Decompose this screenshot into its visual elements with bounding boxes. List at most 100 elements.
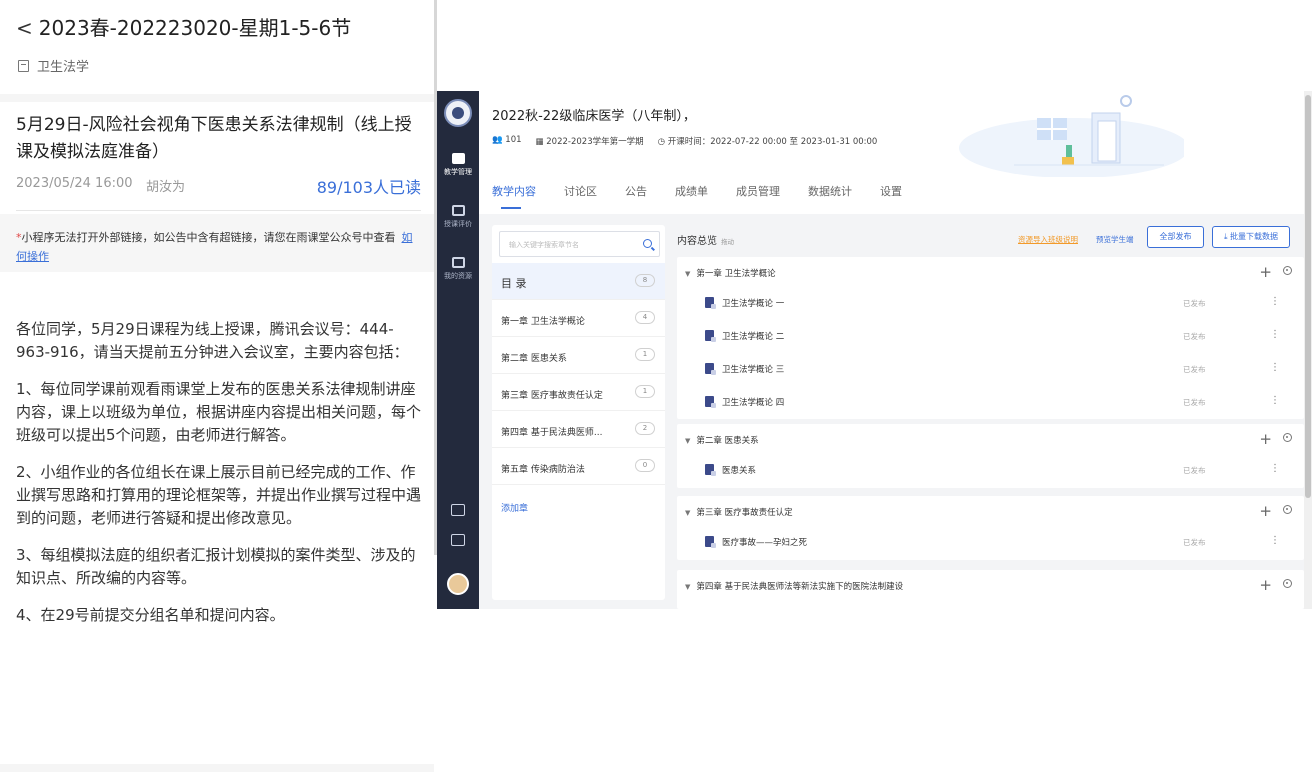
student-preview-link[interactable]: 预览学生端 [1096, 234, 1134, 245]
plus-icon[interactable]: + [1259, 263, 1272, 281]
course-name: 卫生法学 [37, 60, 90, 75]
scroll-thumb[interactable] [1305, 95, 1311, 498]
chapter-count: 0 [635, 459, 655, 472]
chapter-search-input[interactable]: 输入关键字搜索章节名 [499, 231, 660, 257]
chapter-section-header[interactable]: ▼ 第一章 卫生法学概论 + [677, 257, 1304, 289]
chapter-list-head[interactable]: 目 录 8 [492, 263, 665, 300]
lesson-status: 已发布 [1183, 398, 1206, 407]
plus-icon[interactable]: + [1259, 502, 1272, 520]
chapter-label: 第二章 医患关系 [501, 354, 567, 364]
publish-all-button[interactable]: 全部发布 [1147, 226, 1204, 248]
tab-settings[interactable]: 设置 [880, 183, 902, 209]
lesson-status: 已发布 [1183, 299, 1206, 308]
more-icon[interactable]: ⋮ [1270, 296, 1280, 307]
section-title: 第四章 基于民法典医师法等新法实施下的医院法制建设 [696, 582, 904, 592]
chapter-section-header[interactable]: ▼ 第三章 医疗事故责任认定 + [677, 496, 1304, 528]
lesson-row[interactable]: 医疗事故——孕妇之死 已发布 ⋮ [677, 526, 1304, 559]
contacts-icon[interactable] [451, 504, 465, 516]
chapter-section-header[interactable]: ▼ 第二章 医患关系 + [677, 424, 1304, 456]
lesson-row[interactable]: 卫生法学概论 三 已发布 ⋮ [677, 353, 1304, 386]
chapter-count: 2 [635, 422, 655, 435]
caret-down-icon[interactable]: ▼ [685, 437, 690, 445]
lesson-status: 已发布 [1183, 365, 1206, 374]
tab-members[interactable]: 成员管理 [736, 183, 780, 209]
rail-item-resources[interactable]: 我的资源 [437, 257, 479, 281]
gear-icon[interactable] [1283, 579, 1292, 588]
rail-item-evaluation[interactable]: 授课评价 [437, 205, 479, 229]
courseware-icon [705, 330, 716, 342]
more-icon[interactable]: ⋮ [1270, 535, 1280, 546]
tab-gradebook[interactable]: 成绩单 [675, 183, 708, 209]
caret-down-icon[interactable]: ▼ [685, 270, 690, 278]
gear-icon[interactable] [1283, 433, 1292, 442]
lesson-row[interactable]: 医患关系 已发布 ⋮ [677, 454, 1304, 487]
content-subtitle: 拖动 [721, 238, 734, 246]
warning-text: 小程序无法打开外部链接，如公告中含有超链接，请您在雨课堂公众号中查看 [21, 231, 396, 244]
content-title-text: 内容总览 [677, 236, 717, 247]
plus-icon[interactable]: + [1259, 430, 1272, 448]
back-icon[interactable]: < [16, 16, 33, 40]
chapter-item[interactable]: 第一章 卫生法学概论 4 [492, 300, 665, 337]
notice-paragraph: 各位同学，5月29日课程为线上授课，腾讯会议号：444-963-916，请当天提… [16, 320, 409, 361]
batch-download-button[interactable]: ⤓ 批量下载数据 [1212, 226, 1290, 248]
add-chapter-button[interactable]: 添加章 [501, 501, 528, 514]
import-guide-link[interactable]: 资源导入班级说明 [1018, 234, 1078, 245]
plus-icon[interactable]: + [1259, 576, 1272, 594]
gear-icon[interactable] [1283, 266, 1292, 275]
lesson-name: 医疗事故——孕妇之死 [722, 538, 808, 548]
tab-teaching-content[interactable]: 教学内容 [492, 183, 536, 209]
open-time-value: 开课时间：2022-07-22 00:00 至 2023-01-31 00:00 [667, 137, 878, 147]
course-management-window: 教学管理 授课评价 我的资源 2022秋-22级临床医学（八年制）， 👥 101… [437, 91, 1312, 609]
rail-item-teaching[interactable]: 教学管理 [437, 153, 479, 177]
gear-icon[interactable] [1283, 505, 1292, 514]
notice-title: 5月29日-风险社会视角下医患关系法律规制（线上授课及模拟法庭准备） [16, 115, 412, 162]
notice-paragraph: 2、小组作业的各位组长在课上展示目前已经完成的工作、作业撰写思路和打算用的理论框… [16, 463, 422, 527]
more-icon[interactable]: ⋮ [1270, 329, 1280, 340]
lesson-row[interactable]: 卫生法学概论 二 已发布 ⋮ [677, 320, 1304, 353]
lesson-row[interactable]: 卫生法学概论 四 已发布 ⋮ [677, 386, 1304, 419]
read-count[interactable]: 89/103人已读 [317, 174, 421, 198]
more-icon[interactable]: ⋮ [1270, 362, 1280, 373]
tab-statistics[interactable]: 数据统计 [808, 183, 852, 209]
chapter-section-header[interactable]: ▼ 第四章 基于民法典医师法等新法实施下的医院法制建设 + [677, 570, 1304, 602]
chapter-count: 8 [635, 274, 655, 287]
download-icon[interactable] [451, 534, 465, 546]
content-title: 内容总览 拖动 [677, 232, 734, 247]
chapter-item[interactable]: 第五章 传染病防治法 0 [492, 448, 665, 485]
chapter-item[interactable]: 第三章 医疗事故责任认定 1 [492, 374, 665, 411]
chapter-section: ▼ 第三章 医疗事故责任认定 + 医疗事故——孕妇之死 已发布 ⋮ [677, 496, 1304, 560]
chapter-section: ▼ 第一章 卫生法学概论 + 卫生法学概论 一 已发布 ⋮ 卫生法学概论 二 已发… [677, 257, 1304, 419]
more-icon[interactable]: ⋮ [1270, 395, 1280, 406]
course-name-row: 卫生法学 [18, 56, 89, 75]
lesson-name: 卫生法学概论 四 [722, 398, 785, 408]
courseware-icon [705, 363, 716, 375]
term-value: 2022-2023学年第一学期 [546, 137, 644, 147]
rail-label: 教学管理 [444, 168, 472, 176]
lesson-row[interactable]: 卫生法学概论 一 已发布 ⋮ [677, 287, 1304, 320]
chapter-item[interactable]: 第四章 基于民法典医师... 2 [492, 411, 665, 448]
open-time: ◷ 开课时间：2022-07-22 00:00 至 2023-01-31 00:… [657, 137, 878, 147]
teaching-icon [451, 153, 465, 164]
notice-date: 2023/05/24 16:00 [16, 176, 133, 191]
book-icon [18, 59, 29, 72]
students-value: 101 [505, 135, 522, 145]
caret-down-icon[interactable]: ▼ [685, 583, 690, 591]
scrollbar[interactable] [1304, 91, 1312, 609]
term: ▦ 2022-2023学年第一学期 [535, 137, 644, 147]
chapter-label: 第一章 卫生法学概论 [501, 317, 585, 327]
header-illustration [959, 95, 1184, 177]
avatar[interactable] [447, 573, 469, 595]
resources-icon [451, 257, 465, 268]
caret-down-icon[interactable]: ▼ [685, 509, 690, 517]
rail-label: 我的资源 [444, 272, 472, 280]
search-icon[interactable] [643, 239, 652, 248]
section-title: 第二章 医患关系 [696, 436, 759, 446]
chapter-item[interactable]: 第二章 医患关系 1 [492, 337, 665, 374]
notice-author: 胡汝为 [146, 180, 186, 195]
more-icon[interactable]: ⋮ [1270, 463, 1280, 474]
lesson-name: 卫生法学概论 二 [722, 332, 785, 342]
tab-announcement[interactable]: 公告 [625, 183, 647, 209]
class-title: 2023春-202223020-星期1-5-6节 [38, 16, 352, 40]
section-separator [0, 94, 434, 102]
tab-discussion[interactable]: 讨论区 [564, 183, 597, 209]
